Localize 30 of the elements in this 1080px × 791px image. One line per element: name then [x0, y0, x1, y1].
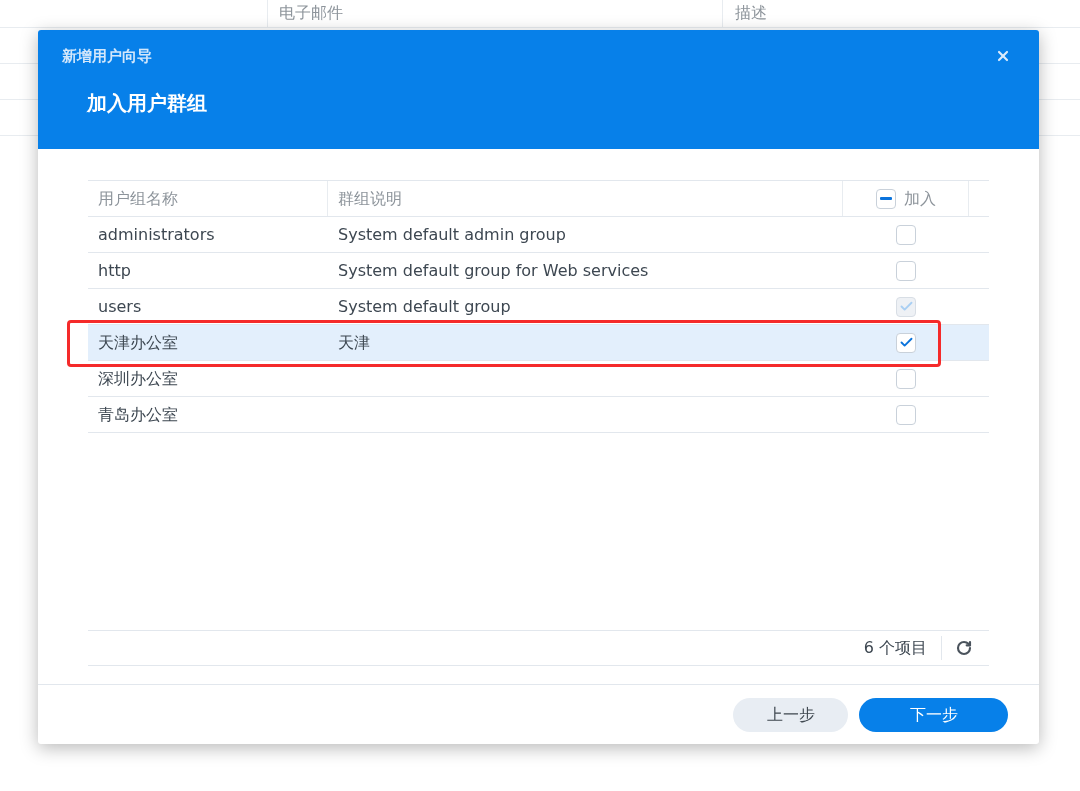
minus-icon: [879, 197, 892, 200]
refresh-icon[interactable]: [956, 640, 972, 656]
group-name: 天津办公室: [98, 331, 178, 354]
column-header: 电子邮件: [279, 3, 343, 22]
group-name: 深圳办公室: [98, 367, 178, 390]
column-header: 群组说明: [338, 187, 402, 210]
checkbox[interactable]: [875, 188, 896, 209]
close-icon[interactable]: [995, 48, 1011, 64]
group-description: System default admin group: [338, 223, 566, 246]
dialog-heading: 加入用户群组: [87, 90, 207, 117]
check-icon: [898, 335, 914, 350]
group-name: administrators: [98, 223, 215, 246]
column-header: 加入: [903, 187, 936, 210]
checkbox[interactable]: [896, 332, 916, 353]
group-description: 天津: [338, 331, 370, 354]
group-description: System default group: [338, 295, 511, 318]
checkbox[interactable]: [896, 260, 916, 281]
item-count: 6 个项目: [863, 637, 927, 659]
group-name: http: [98, 259, 131, 282]
group-description: System default group for Web services: [338, 259, 649, 282]
next-button[interactable]: 下一步: [859, 697, 1008, 732]
checkbox[interactable]: [896, 368, 916, 389]
column-header: 用户组名称: [98, 187, 178, 210]
back-button[interactable]: 上一步: [733, 697, 848, 732]
group-name: users: [98, 295, 142, 318]
checkbox[interactable]: [896, 404, 916, 425]
column-header: 描述: [735, 3, 767, 22]
group-name: 青岛办公室: [98, 403, 178, 426]
dialog-title: 新增用户向导: [62, 46, 152, 66]
checkbox[interactable]: [896, 224, 916, 245]
